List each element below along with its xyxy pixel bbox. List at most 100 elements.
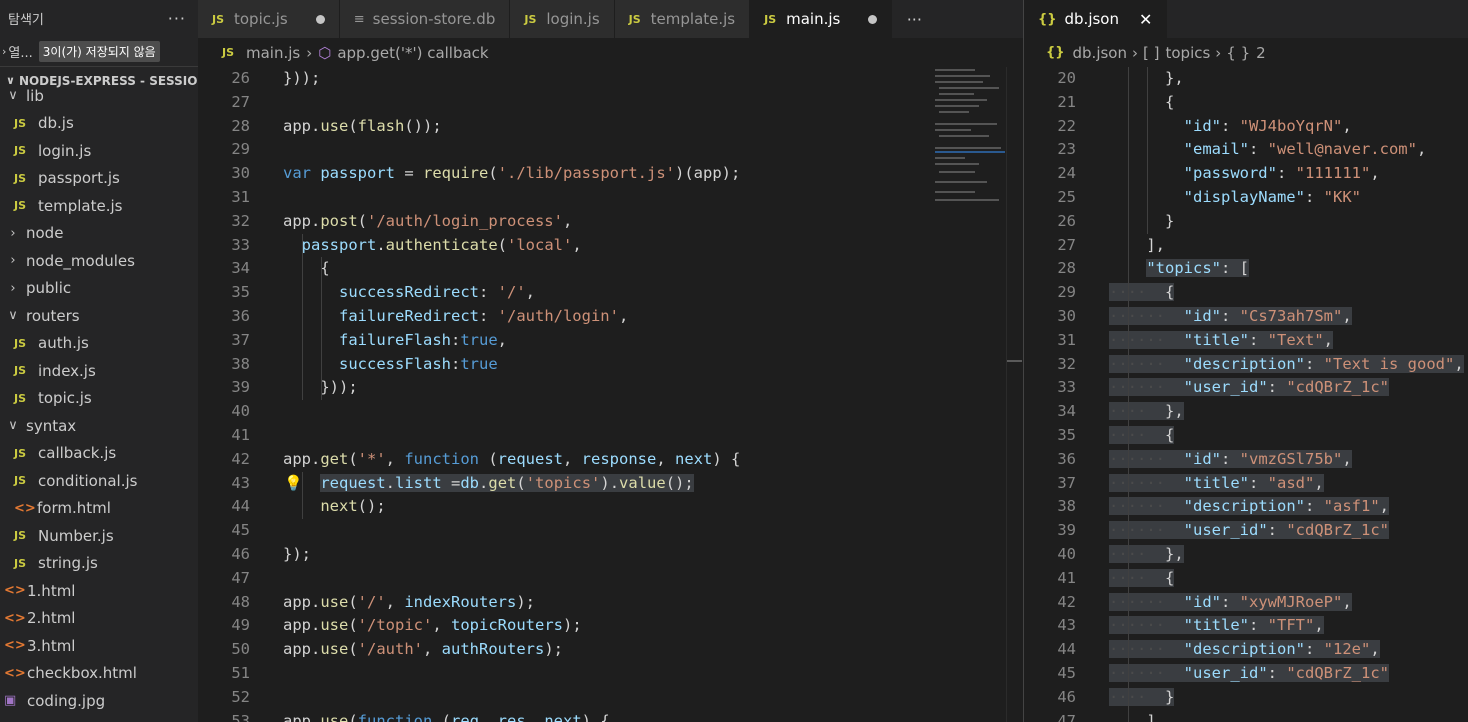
code-line[interactable]: 29 (198, 138, 1023, 162)
code-line[interactable]: 22 "id": "WJ4boYqrN", (1024, 114, 1468, 139)
tab-db-json[interactable]: {} db.json ✕ (1024, 0, 1168, 38)
tree-item[interactable]: › node_modules (0, 247, 198, 275)
code-line[interactable]: 48 app.use('/', indexRouters); (198, 591, 1023, 615)
code-line[interactable]: 32 ······ "description": "Text is good", (1024, 352, 1468, 377)
code-line[interactable]: 42 ······ "id": "xywMJRoeP", (1024, 590, 1468, 615)
breadcrumb-index[interactable]: 2 (1256, 44, 1266, 62)
code-line[interactable]: 50 app.use('/auth', authRouters); (198, 638, 1023, 662)
tree-item[interactable]: JS callback.js (0, 440, 198, 468)
code-line[interactable]: 34 ···· }, (1024, 400, 1468, 424)
code-line[interactable]: 27 ], (1024, 233, 1468, 258)
code-line[interactable]: 36 ······ "id": "vmzGSl75b", (1024, 447, 1468, 472)
tree-item[interactable]: ∨ syntax (0, 412, 198, 440)
open-editors-section[interactable]: › 열... 3이(가) 저장되지 않음 (0, 36, 198, 66)
code-line[interactable]: 23 "email": "well@naver.com", (1024, 138, 1468, 163)
code-line[interactable]: 35 ···· { (1024, 423, 1468, 448)
tree-item[interactable]: ▣ coding.jpg (0, 687, 198, 715)
tabs-more-icon[interactable]: ··· (892, 0, 936, 38)
code-line[interactable]: 35 successRedirect: '/', (198, 281, 1023, 305)
tree-item[interactable]: ∨ routers (0, 302, 198, 330)
tree-item[interactable]: JS Number.js (0, 522, 198, 550)
main-editor[interactable]: 26})); 27 28 app.use(flash()); 29 30 var passp… (198, 67, 1023, 722)
tab-login-js[interactable]: JS login.js (510, 0, 615, 38)
code-line[interactable]: 46 ···· } (1024, 685, 1468, 710)
tab-topic-js[interactable]: JS topic.js (198, 0, 340, 38)
code-line[interactable]: 39 })); (198, 376, 1023, 401)
code-line[interactable]: 27 (198, 91, 1023, 115)
code-line[interactable]: 44 next(); (198, 495, 1023, 520)
code-line[interactable]: 45 (198, 519, 1023, 543)
tree-item[interactable]: <> form.html (0, 495, 198, 523)
tree-item[interactable]: › public (0, 275, 198, 303)
tree-item[interactable]: JS template.js (0, 192, 198, 220)
code-line[interactable]: 43 ······ "title": "TFT", (1024, 614, 1468, 639)
editor-scrollbar[interactable] (1006, 67, 1022, 722)
code-line[interactable]: 53 app.use(function (req, res, next) { (198, 710, 1023, 722)
code-line[interactable]: 21 { (1024, 90, 1468, 115)
code-line[interactable]: 20 }, (1024, 67, 1468, 91)
breadcrumb-file[interactable]: main.js (246, 44, 300, 62)
minimap[interactable] (935, 67, 1005, 207)
code-line[interactable]: 30 ······ "id": "Cs73ah7Sm", (1024, 304, 1468, 329)
code-line[interactable]: 34 { (198, 257, 1023, 282)
tree-item[interactable]: › node (0, 220, 198, 248)
code-line[interactable]: 24 "password": "111111", (1024, 162, 1468, 186)
code-line[interactable]: 28 "topics": [ (1024, 257, 1468, 282)
tree-item[interactable]: JS topic.js (0, 385, 198, 413)
code-line[interactable]: 40 ···· }, (1024, 542, 1468, 567)
tree-item[interactable]: JS index.js (0, 357, 198, 385)
code-line[interactable]: 36 failureRedirect: '/auth/login', (198, 304, 1023, 329)
tree-item[interactable]: <> checkbox.html (0, 660, 198, 688)
code-line[interactable]: 37 ······ "title": "asd", (1024, 471, 1468, 496)
tab-session-store-db[interactable]: ≡ session-store.db (339, 0, 511, 38)
code-text: { (1165, 92, 1175, 111)
close-icon[interactable]: ✕ (1139, 10, 1152, 29)
more-actions-icon[interactable]: ··· (168, 9, 186, 28)
code-line[interactable]: 51 (198, 662, 1023, 686)
code-line[interactable]: 33 ······ "user_id": "cdQBrZ_1c" (1024, 376, 1468, 401)
tree-item[interactable]: JS passport.js (0, 165, 198, 193)
tree-item[interactable]: JS conditional.js (0, 467, 198, 495)
json-editor[interactable]: 20 }, 21 {22 "id": "WJ4boYqrN", 23 "email"… (1024, 67, 1468, 722)
tab-main-js[interactable]: JS main.js (750, 0, 893, 38)
tree-item[interactable]: <> 3.html (0, 632, 198, 660)
scrollbar-thumb[interactable] (1007, 360, 1022, 362)
code-line[interactable]: 47 (198, 567, 1023, 591)
breadcrumb-symbol[interactable]: app.get('*') callback (337, 44, 488, 62)
code-line[interactable]: 39 ······ "user_id": "cdQBrZ_1c" (1024, 519, 1468, 543)
tab-template-js[interactable]: JS template.js (614, 0, 751, 38)
code-line[interactable]: 28 app.use(flash()); (198, 115, 1023, 139)
code-line[interactable]: 40 (198, 400, 1023, 424)
code-line[interactable]: 43 request.listt =db.get('topics').value… (198, 471, 1023, 496)
tree-item[interactable]: JS db.js (0, 110, 198, 138)
code-line[interactable]: 46}); (198, 543, 1023, 567)
lightbulb-icon[interactable]: 💡 (284, 472, 303, 496)
code-line[interactable]: 41 (198, 424, 1023, 448)
code-line[interactable]: 32 app.post('/auth/login_process', (198, 210, 1023, 234)
tree-item[interactable]: JS string.js (0, 550, 198, 578)
code-line[interactable]: 31 ······ "title": "Text", (1024, 328, 1468, 353)
tree-item[interactable]: <> 2.html (0, 605, 198, 633)
code-line[interactable]: 26})); (198, 67, 1023, 91)
code-line[interactable]: 25 "displayName": "KK" (1024, 185, 1468, 210)
code-line[interactable]: 42 app.get('*', function (request, respon… (198, 448, 1023, 472)
code-line[interactable]: 38 ······ "description": "asf1", (1024, 495, 1468, 520)
breadcrumb-array[interactable]: topics (1165, 44, 1210, 62)
code-line[interactable]: 26 } (1024, 209, 1468, 234)
code-line[interactable]: 49 app.use('/topic', topicRouters); (198, 614, 1023, 638)
code-line[interactable]: 33 passport.authenticate('local', (198, 233, 1023, 258)
code-line[interactable]: 30 var passport = require('./lib/passport… (198, 162, 1023, 186)
code-line[interactable]: 47 ] (1024, 709, 1468, 722)
breadcrumb-file[interactable]: db.json (1073, 44, 1127, 62)
code-line[interactable]: 52 (198, 686, 1023, 710)
tree-item[interactable]: <> 1.html (0, 577, 198, 605)
tree-item[interactable]: JS auth.js (0, 330, 198, 358)
code-line[interactable]: 38 successFlash:true (198, 352, 1023, 377)
code-line[interactable]: 41 ···· { (1024, 566, 1468, 591)
code-line[interactable]: 31 (198, 186, 1023, 210)
code-line[interactable]: 37 failureFlash:true, (198, 328, 1023, 353)
code-line[interactable]: 45 ······ "user_id": "cdQBrZ_1c" (1024, 661, 1468, 686)
code-line[interactable]: 44 ······ "description": "12e", (1024, 638, 1468, 662)
code-line[interactable]: 29 ···· { (1024, 281, 1468, 305)
tree-item[interactable]: JS login.js (0, 137, 198, 165)
